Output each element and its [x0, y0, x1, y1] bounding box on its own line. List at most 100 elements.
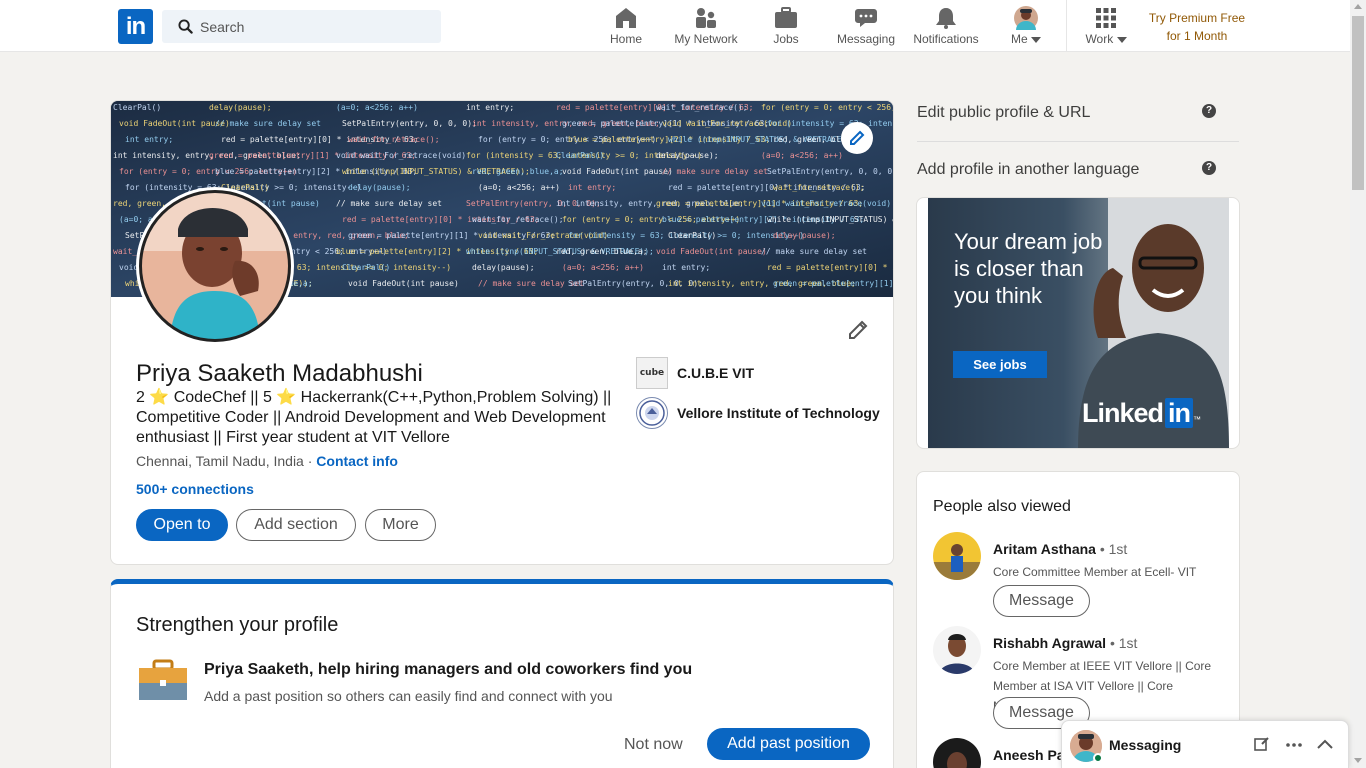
messaging-icon [855, 9, 877, 27]
list-item[interactable]: Aritam Asthana • 1st Core Committee Memb… [933, 532, 1233, 622]
nav-home[interactable]: Home [604, 0, 648, 52]
nav-messaging[interactable]: Messaging [834, 0, 898, 52]
banner-code-line: void FadeOut(int pause) [656, 247, 767, 256]
avatar[interactable] [933, 738, 981, 768]
banner-code-line: while ((inp(INPUT_STATUS) & VRETRACE)); [767, 215, 893, 224]
strengthen-heading: Priya Saaketh, help hiring managers and … [204, 661, 693, 678]
banner-code-line: int entry; [125, 135, 174, 144]
more-options-icon[interactable] [1286, 743, 1302, 747]
nav-my-network-label: My Network [674, 32, 738, 46]
banner-code-line: int entry; [662, 263, 711, 272]
edit-banner-button[interactable] [841, 122, 873, 154]
chevron-down-icon [1031, 36, 1041, 43]
banner-code-line: SetPalEntry(entry, 0, 0, 0); [342, 119, 477, 128]
nav-jobs[interactable]: Jobs [766, 0, 806, 52]
person-headline: Core Committee Member at Ecell- VIT [993, 565, 1197, 579]
search-input[interactable] [200, 10, 430, 43]
linkedin-logo[interactable]: in [118, 9, 153, 44]
home-icon [616, 8, 636, 28]
banner-code-line: int entry; [466, 103, 515, 112]
banner-code-line: red = palette[entry][0] * intensity / 63… [767, 263, 893, 272]
banner-code-line: delay(pause); [773, 231, 836, 240]
pencil-icon [850, 130, 865, 145]
banner-code-line: delay(pause); [472, 263, 535, 272]
linkedin-in: in [1165, 398, 1194, 428]
cube-logo-text: cube [639, 368, 665, 378]
help-icon[interactable]: ? [1202, 104, 1216, 118]
banner-code-line: delay(pause); [348, 183, 411, 192]
banner-code-line: red, green, blue,a; [556, 247, 648, 256]
not-now-button[interactable]: Not now [624, 736, 683, 754]
scrollbar-thumb[interactable] [1352, 16, 1364, 190]
org-name: Vellore Institute of Technology [677, 405, 880, 421]
vit-logo [636, 397, 668, 429]
edit-intro-button[interactable] [847, 319, 869, 346]
add-section-button[interactable]: Add section [236, 509, 356, 541]
banner-code-line: void FadeOut(int pause) [348, 279, 459, 288]
compose-icon[interactable] [1254, 736, 1270, 752]
nav-me-label: Me [1006, 32, 1046, 46]
add-profile-language-link[interactable]: Add profile in another language [917, 161, 1239, 179]
connection-degree: • 1st [1109, 635, 1138, 651]
nav-my-network[interactable]: My Network [670, 0, 742, 52]
banner-code-line: ClearPal() [668, 231, 717, 240]
help-icon[interactable]: ? [1202, 161, 1216, 175]
avatar [1014, 6, 1038, 30]
chevron-up-icon[interactable] [1317, 739, 1333, 749]
try-premium-link[interactable]: Try Premium Free for 1 Month [1142, 9, 1252, 45]
nav-divider [1066, 0, 1067, 52]
briefcase-icon [139, 659, 187, 700]
banner-code-line: ClearPal() [342, 263, 391, 272]
profile-intro-card: ClearPal() void FadeOut(int pause) int ent… [110, 100, 894, 565]
banner-code-line: wait_for_retrace(); [472, 215, 564, 224]
contact-info-link[interactable]: Contact info [316, 453, 398, 469]
top-nav: in Home My Network Jobs Messaging Notifi… [0, 0, 1350, 52]
see-jobs-button[interactable]: See jobs [953, 351, 1047, 378]
message-button[interactable]: Message [993, 585, 1090, 617]
nav-notifications-label: Notifications [913, 32, 979, 46]
jobs-ad-card[interactable]: Your dream job is closer than you think … [916, 197, 1240, 449]
scroll-down-arrow[interactable] [1354, 758, 1362, 763]
avatar[interactable] [933, 626, 981, 674]
avatar-image [933, 626, 981, 674]
pav-title: People also viewed [933, 498, 1071, 515]
nav-me[interactable]: Me [1006, 0, 1046, 52]
strengthen-title: Strengthen your profile [136, 614, 339, 636]
ad-image: Your dream job is closer than you think … [928, 198, 1229, 448]
banner-code-line: delay(pause); [656, 151, 719, 160]
edit-public-profile-link[interactable]: Edit public profile & URL [917, 104, 1239, 122]
person-name[interactable]: Aneesh Par [993, 747, 1070, 763]
ad-headline: Your dream job is closer than you think [954, 229, 1103, 308]
banner-code-line: for (intensity = 63; intensity >= 0; int… [767, 119, 893, 128]
banner-code-line: // make sure delay set [336, 199, 442, 208]
banner-code-line: // make sure delay set [761, 247, 867, 256]
avatar[interactable] [933, 532, 981, 580]
connections-link[interactable]: 500+ connections [136, 481, 254, 497]
briefcase-icon [775, 7, 797, 28]
search-box[interactable] [162, 10, 441, 43]
banner-code-line: // make sure delay set [662, 167, 768, 176]
person-name[interactable]: Rishabh Agrawal • 1st [993, 635, 1137, 651]
search-icon [178, 19, 193, 34]
vit-seal-icon [639, 400, 665, 426]
person-name[interactable]: Aritam Asthana • 1st [993, 541, 1127, 557]
nav-notifications[interactable]: Notifications [908, 0, 984, 52]
add-past-position-button[interactable]: Add past position [707, 728, 870, 760]
scroll-up-arrow[interactable] [1354, 4, 1362, 9]
banner-code-line: SetPalEntry(entry, 0, 0, 0); [767, 167, 894, 176]
banner-code-line: void FadeOut(int pause) [562, 167, 673, 176]
nav-work[interactable]: Work [1082, 0, 1130, 52]
messaging-label: Messaging [1109, 737, 1182, 753]
banner-code-line: green = palette[entry][1] * intensity / … [773, 279, 894, 288]
banner-code-line: // make sure delay set [215, 119, 321, 128]
more-button[interactable]: More [365, 509, 436, 541]
banner-code-line: wait_for_retrace(); [656, 103, 748, 112]
sidebar-divider [917, 141, 1239, 142]
open-to-button[interactable]: Open to [136, 509, 228, 541]
list-item[interactable]: Rishabh Agrawal • 1st Core Member at IEE… [933, 626, 1233, 729]
bell-icon [936, 8, 956, 29]
messaging-overlay-bar[interactable]: Messaging [1061, 720, 1349, 768]
avatar-image [933, 532, 981, 580]
connection-degree: • 1st [1099, 541, 1128, 557]
profile-headline: 2 ⭐ CodeChef || 5 ⭐ Hackerrank(C++,Pytho… [136, 389, 612, 446]
